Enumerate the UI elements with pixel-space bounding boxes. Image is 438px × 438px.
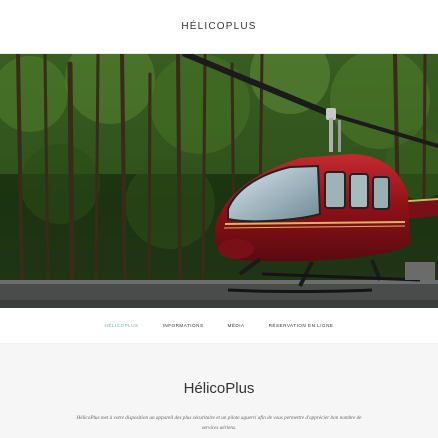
nav-item-helicoplus[interactable]: HÉLICOPLUS [93,323,151,328]
site-title-link[interactable]: HÉLICOPLUS [181,21,256,32]
intro-text: HélicoPlus met à votre disposition un ap… [76,415,362,431]
hero-image [0,54,438,308]
nav-item-informations[interactable]: INFORMATIONS [151,323,216,328]
page-heading: HélicoPlus [183,380,255,397]
main-content: HélicoPlus HélicoPlus met à votre dispos… [0,344,438,438]
main-nav: HÉLICOPLUS INFORMATIONS MÉDIA RÉSERVATIO… [0,308,438,344]
nav-item-media[interactable]: MÉDIA [216,323,257,328]
site-header: HÉLICOPLUS [0,0,438,54]
nav-item-reservation[interactable]: RÉSERVATION EN LIGNE [257,323,346,328]
